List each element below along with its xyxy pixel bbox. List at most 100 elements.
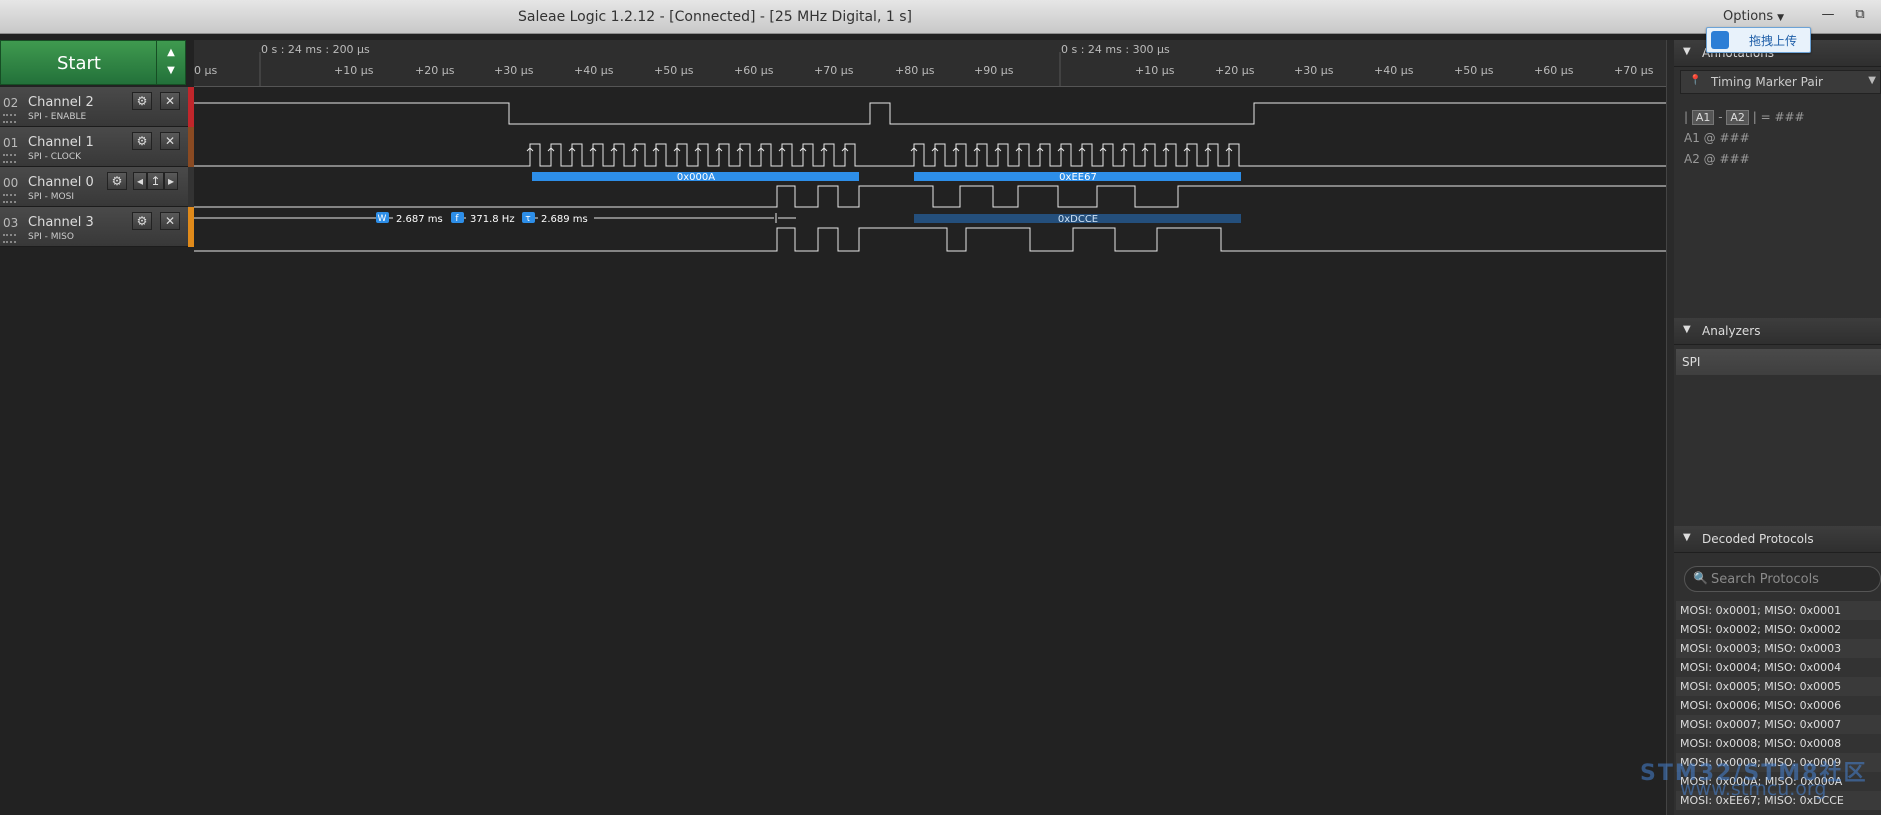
tick-label: +10 µs: [1135, 64, 1175, 77]
options-label: Options: [1723, 9, 1774, 24]
start-button[interactable]: Start: [0, 40, 157, 85]
search-input[interactable]: [1711, 570, 1876, 588]
marker-difference-row: | A1 - A2 | = ###: [1684, 110, 1805, 125]
list-item[interactable]: MOSI: 0x0008; MISO: 0x0008: [1676, 734, 1881, 753]
channel-row-3[interactable]: 03 Channel 3 SPI - MISO ⚙ ✕: [0, 207, 194, 247]
tick-label: +40 µs: [574, 64, 614, 77]
collapse-triangle-icon[interactable]: ▼: [1683, 532, 1691, 543]
window-title: Saleae Logic 1.2.12 - [Connected] - [25 …: [518, 9, 912, 25]
miso-waveform: [194, 227, 1666, 252]
tick-label: +50 µs: [1454, 64, 1494, 77]
channel-number: 03: [3, 216, 19, 230]
list-item[interactable]: MOSI: 0x0001; MISO: 0x0001: [1676, 601, 1881, 620]
waveform-scrollbar[interactable]: [1666, 40, 1674, 815]
marker-diff-value: | = ###: [1752, 110, 1805, 124]
list-item[interactable]: MOSI: 0x0004; MISO: 0x0004: [1676, 658, 1881, 677]
tick-label: +70 µs: [814, 64, 854, 77]
channel-subtitle: SPI - MISO: [28, 232, 74, 242]
tick-label: +20 µs: [1215, 64, 1255, 77]
channel-name[interactable]: Channel 0: [28, 175, 94, 190]
cloud-icon: [1711, 31, 1729, 49]
channel-number: 02: [3, 96, 19, 110]
decode-label-mosi-b: 0xEE67: [1059, 172, 1097, 183]
list-item[interactable]: MOSI: 0x0003; MISO: 0x0003: [1676, 639, 1881, 658]
gear-icon[interactable]: ⚙: [107, 172, 127, 190]
analyzers-header[interactable]: ▼ Analyzers: [1674, 318, 1881, 345]
clock-waveform: [194, 143, 1666, 167]
chevron-down-icon[interactable]: ▼: [157, 62, 185, 80]
waveform-svg[interactable]: 0x000A 0xEE67 0xDCCE W 2.687 ms f 371.8 …: [194, 87, 1666, 257]
tick-label: +40 µs: [1374, 64, 1414, 77]
timing-marker-label: Timing Marker Pair: [1711, 75, 1823, 89]
tick-label: +30 µs: [494, 64, 534, 77]
channel-subtitle: SPI - ENABLE: [28, 112, 87, 122]
channel-name[interactable]: Channel 2: [28, 95, 94, 110]
channel-number: 01: [3, 136, 19, 150]
drag-handle-icon[interactable]: [3, 234, 16, 243]
chevron-down-icon[interactable]: ▼: [1868, 75, 1876, 86]
title-bar: Saleae Logic 1.2.12 - [Connected] - [25 …: [0, 0, 1881, 34]
mosi-waveform: [194, 185, 1666, 208]
drag-handle-icon[interactable]: [3, 114, 16, 123]
channel-subtitle: SPI - MOSI: [28, 192, 74, 202]
restore-button[interactable]: ⧉: [1848, 7, 1872, 25]
width-measure-glyph: W: [378, 214, 387, 224]
tick-label: +60 µs: [1534, 64, 1574, 77]
chevron-down-icon: ▼: [1777, 13, 1785, 23]
close-icon[interactable]: ✕: [160, 92, 180, 110]
enable-waveform: [194, 102, 1666, 125]
tick-label: +50 µs: [654, 64, 694, 77]
start-options-spinner[interactable]: ▲ ▼: [156, 40, 186, 85]
ruler-ticks: [259, 52, 1061, 86]
analyzers-title: Analyzers: [1702, 324, 1761, 338]
tick-label: +60 µs: [734, 64, 774, 77]
collapse-triangle-icon[interactable]: ▼: [1683, 324, 1691, 335]
a2-marker-chip[interactable]: A2: [1726, 110, 1749, 125]
list-item[interactable]: MOSI: 0x0005; MISO: 0x0005: [1676, 677, 1881, 696]
channel-row-0[interactable]: 00 Channel 0 SPI - MOSI ⚙ ◂ ↥ ▸: [0, 167, 194, 207]
gear-icon[interactable]: ⚙: [132, 212, 152, 230]
minimize-button[interactable]: —: [1816, 7, 1840, 25]
analyzer-label: SPI: [1682, 355, 1701, 369]
decoded-protocols-header[interactable]: ▼ Decoded Protocols: [1674, 526, 1881, 553]
timing-marker-pair-dropdown[interactable]: 📍 Timing Marker Pair ▼: [1680, 70, 1881, 94]
start-label: Start: [57, 53, 101, 74]
channel-row-1[interactable]: 01 Channel 1 SPI - CLOCK ⚙ ✕: [0, 127, 194, 167]
pin-icon[interactable]: 📍: [1689, 75, 1701, 86]
channel-row-2[interactable]: 02 Channel 2 SPI - ENABLE ⚙ ✕: [0, 87, 194, 127]
channel-name[interactable]: Channel 3: [28, 215, 94, 230]
upload-overlay-button[interactable]: 拖拽上传: [1706, 27, 1811, 53]
next-edge-icon[interactable]: ▸: [164, 172, 178, 190]
tick-label: +90 µs: [974, 64, 1014, 77]
chevron-up-icon[interactable]: ▲: [157, 44, 185, 62]
a1-marker-chip[interactable]: A1: [1691, 110, 1715, 125]
collapse-triangle-icon[interactable]: ▼: [1683, 46, 1691, 57]
options-menu[interactable]: Options ▼: [1723, 9, 1784, 24]
tick-label: +20 µs: [415, 64, 455, 77]
list-item[interactable]: MOSI: 0x0007; MISO: 0x0007: [1676, 715, 1881, 734]
edge-trigger-icon[interactable]: ↥: [147, 172, 164, 190]
gear-icon[interactable]: ⚙: [132, 132, 152, 150]
a2-marker-value: A2 @ ###: [1684, 152, 1750, 166]
period-measure-value: 2.689 ms: [541, 214, 588, 225]
tick-label: +30 µs: [1294, 64, 1334, 77]
analyzer-item-spi[interactable]: SPI: [1676, 349, 1881, 375]
decode-label-mosi-a: 0x000A: [677, 172, 715, 183]
list-item[interactable]: MOSI: 0x0006; MISO: 0x0006: [1676, 696, 1881, 715]
drag-handle-icon[interactable]: [3, 194, 16, 203]
close-icon[interactable]: ✕: [160, 212, 180, 230]
time-ruler[interactable]: 0 s : 24 ms : 200 µs 0 s : 24 ms : 300 µ…: [194, 40, 1666, 87]
search-protocols-box[interactable]: 🔍: [1684, 566, 1881, 592]
list-item[interactable]: MOSI: 0x0002; MISO: 0x0002: [1676, 620, 1881, 639]
upload-label: 拖拽上传: [1749, 34, 1798, 48]
drag-handle-icon[interactable]: [3, 154, 16, 163]
search-icon: 🔍: [1693, 571, 1708, 585]
channel-subtitle: SPI - CLOCK: [28, 152, 82, 162]
tick-label: 0 µs: [194, 64, 218, 77]
channel-name[interactable]: Channel 1: [28, 135, 94, 150]
waveform-area[interactable]: 0x000A 0xEE67 0xDCCE W 2.687 ms f 371.8 …: [194, 87, 1666, 257]
tick-label: +10 µs: [334, 64, 374, 77]
close-icon[interactable]: ✕: [160, 132, 180, 150]
gear-icon[interactable]: ⚙: [132, 92, 152, 110]
prev-edge-icon[interactable]: ◂: [133, 172, 147, 190]
